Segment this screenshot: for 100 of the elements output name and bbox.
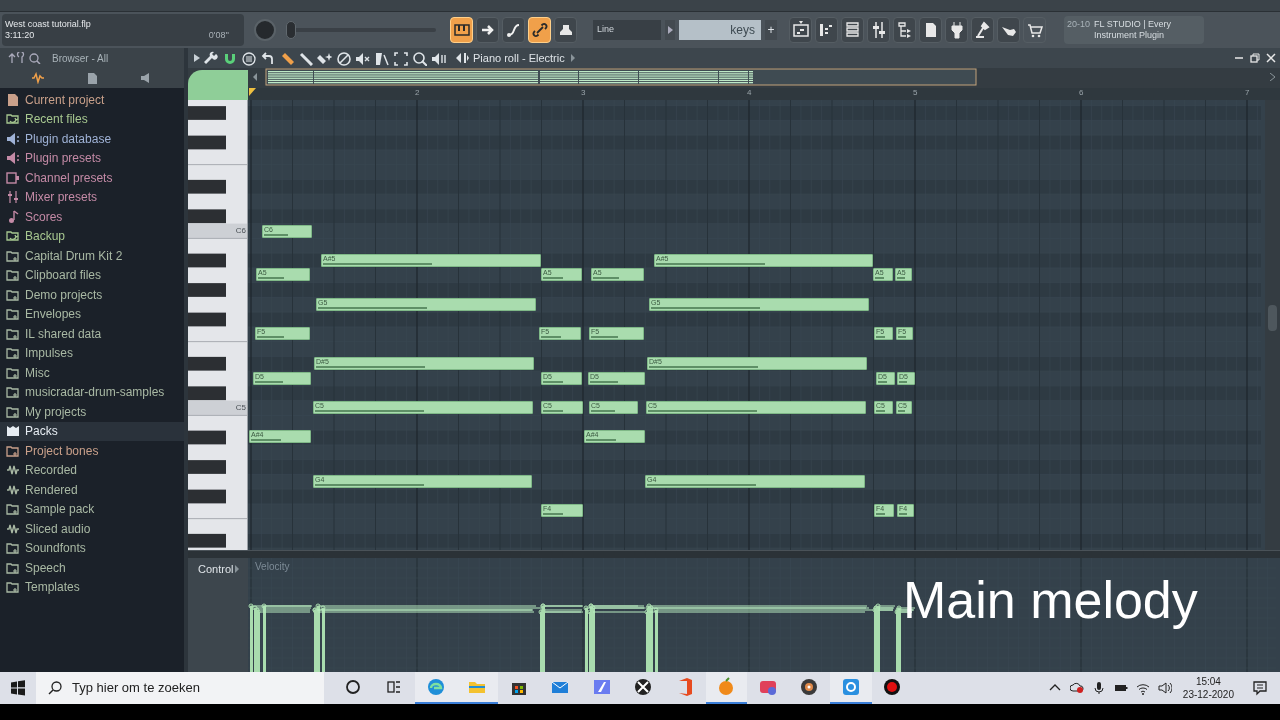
browser-item[interactable]: Impulses: [0, 343, 184, 363]
bar-number: 5: [913, 88, 918, 98]
mode-toggle-button[interactable]: [554, 17, 577, 43]
piano-keys-icon: [452, 21, 471, 39]
browser-item-label: Scores: [25, 208, 63, 226]
browser-item-label: My projects: [25, 403, 87, 421]
toolbar-button[interactable]: [971, 17, 994, 43]
browser-item[interactable]: Scores: [0, 207, 184, 227]
maximize-button[interactable]: [1250, 52, 1260, 64]
browser-item[interactable]: Sample pack: [0, 499, 184, 519]
restore-icon: [1250, 53, 1260, 63]
tempo-knob[interactable]: [254, 19, 276, 41]
zoom-icon: [412, 50, 427, 66]
document-icon: [6, 92, 20, 107]
bar-number: 6: [1079, 88, 1084, 98]
browser-item[interactable]: Capital Drum Kit 2: [0, 246, 184, 266]
folder-icon: [6, 443, 20, 458]
clock-time[interactable]: 15:04: [1195, 675, 1221, 688]
triangle-icon: [235, 565, 240, 573]
piano-roll-tool-button[interactable]: [392, 50, 409, 66]
tray-icon-button[interactable]: [1156, 680, 1173, 696]
search-placeholder: Typ hier om te zoeken: [72, 679, 200, 698]
piano-roll-tool-button[interactable]: [335, 50, 352, 66]
speaker-icon: [6, 131, 20, 146]
browser-item[interactable]: Sliced audio: [0, 519, 184, 539]
volume-slider[interactable]: [286, 21, 436, 39]
key-label: C5: [235, 403, 246, 413]
pattern-arrow-button[interactable]: [665, 20, 675, 40]
browser-item[interactable]: Recent files: [0, 109, 184, 129]
piano-roll-tool-button[interactable]: [373, 50, 390, 66]
vertical-scrollbar[interactable]: [1265, 100, 1280, 550]
browser-item[interactable]: Soundfonts: [0, 538, 184, 558]
speaker-icon: [6, 151, 20, 166]
piano-roll-tool-button[interactable]: [259, 50, 276, 66]
browser-item[interactable]: Misc: [0, 363, 184, 383]
piano-roll-title[interactable]: Piano roll - Electric: [473, 49, 565, 67]
browser-item[interactable]: Recorded: [0, 460, 184, 480]
browser-item-label: Backup: [25, 228, 66, 246]
toolbar-button[interactable]: [997, 17, 1020, 43]
browser-item[interactable]: Envelopes: [0, 304, 184, 324]
duration-readout: 0'08'': [208, 30, 229, 41]
piano-roll-tool-button[interactable]: [297, 50, 314, 66]
browser-item-label: Recent files: [25, 111, 88, 129]
browser-item[interactable]: Current project: [0, 90, 184, 110]
add-pattern-button[interactable]: +: [765, 20, 777, 40]
browser-item[interactable]: Plugin database: [0, 129, 184, 149]
browser-item[interactable]: IL shared data: [0, 324, 184, 344]
browser-item[interactable]: Rendered: [0, 480, 184, 500]
triangle-icon: [667, 26, 673, 34]
clock-date[interactable]: 23-12-2020: [1182, 688, 1234, 701]
browser-item-label: Clipboard files: [25, 267, 102, 285]
channel-icon: [6, 170, 20, 185]
music-note-icon: [6, 209, 20, 224]
browser-item[interactable]: Mixer presets: [0, 187, 184, 207]
browser-item-label: Demo projects: [25, 286, 103, 304]
toolbar-button[interactable]: [945, 17, 968, 43]
browser-item[interactable]: Plugin presets: [0, 148, 184, 168]
toolbar-button[interactable]: [1023, 17, 1046, 43]
toolbar-button[interactable]: [789, 17, 812, 43]
close-button[interactable]: [1266, 52, 1276, 64]
snap-dropdown[interactable]: Line: [593, 20, 661, 40]
record-icon: [882, 677, 903, 697]
browser-item[interactable]: Packs: [0, 421, 184, 441]
browser-item[interactable]: My projects: [0, 402, 184, 422]
control-label[interactable]: Control: [198, 562, 234, 672]
mode-toggle-button[interactable]: [476, 17, 499, 43]
browser-item[interactable]: Backup: [0, 226, 184, 246]
piano-roll-tool-button[interactable]: [240, 50, 257, 66]
tray-icon-button[interactable]: [1068, 680, 1085, 696]
song-time: 3:11:20: [5, 30, 35, 41]
browser-item-label: Packs: [25, 423, 58, 441]
browser-item[interactable]: musicradar-drum-samples: [0, 382, 184, 402]
pattern-field[interactable]: keys: [679, 20, 761, 40]
browser-item[interactable]: Templates: [0, 577, 184, 597]
velocity-label[interactable]: Velocity: [254, 561, 291, 573]
browser-item-label: Envelopes: [25, 306, 82, 324]
delete-icon: [336, 50, 351, 66]
piano-roll-tool-button[interactable]: [202, 50, 219, 66]
toolbar-button[interactable]: [867, 17, 890, 43]
browser-item[interactable]: Project bones: [0, 441, 184, 461]
search-field[interactable]: Typ hier om te zoeken: [36, 672, 324, 704]
box-icon: [6, 424, 20, 439]
browser-item-label: Templates: [25, 579, 80, 597]
piano-roll-tool-button[interactable]: [411, 50, 428, 66]
toolbar-button[interactable]: [815, 17, 838, 43]
browser-item-label: musicradar-drum-samples: [25, 384, 165, 402]
browser-item[interactable]: Clipboard files: [0, 265, 184, 285]
browser-item-label: Impulses: [25, 345, 74, 363]
toolbar-button[interactable]: [841, 17, 864, 43]
mode-toggle-button[interactable]: [502, 17, 525, 43]
toolbar-button[interactable]: [893, 17, 916, 43]
browser-item[interactable]: Channel presets: [0, 168, 184, 188]
slice-icon: [374, 50, 389, 66]
browser-item[interactable]: Demo projects: [0, 285, 184, 305]
browser-item-label: Plugin database: [25, 130, 112, 148]
browser-item[interactable]: Speech: [0, 558, 184, 578]
browser-item-label: Misc: [25, 364, 50, 382]
toolbar-button[interactable]: [919, 17, 942, 43]
key-label: C6: [235, 226, 246, 236]
camera-icon: [840, 677, 861, 697]
